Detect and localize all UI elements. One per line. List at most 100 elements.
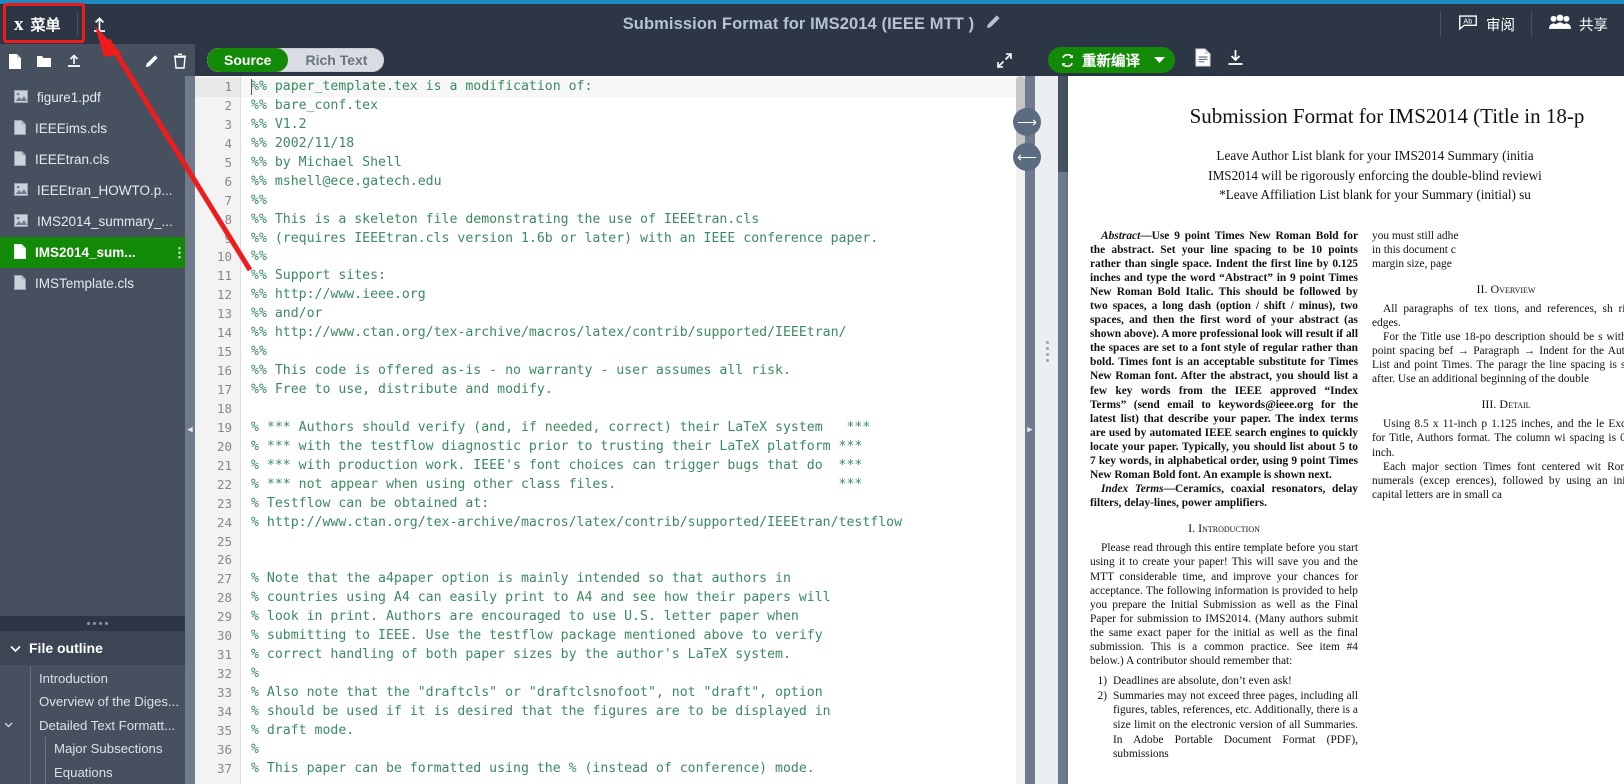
rename-icon[interactable] — [145, 54, 159, 68]
recompile-button[interactable]: 重新编译 — [1048, 47, 1175, 73]
preview-divider-top — [1058, 76, 1068, 172]
line-number: 26 — [216, 552, 232, 568]
outline-item-1[interactable]: Overview of the Diges... — [0, 690, 195, 714]
file-item-4[interactable]: IMS2014_summary_... — [0, 206, 195, 237]
code-line: %% by Michael Shell — [251, 154, 402, 170]
editor-pane: Source Rich Text ◀ 1 2 3 4 5 6 7 8 9 10 … — [185, 44, 1035, 784]
index-label: Index Terms — [1101, 483, 1164, 496]
line-number: 10 — [216, 249, 232, 265]
editor-toolbar: Source Rich Text — [195, 44, 1025, 76]
line-number: 34 — [216, 703, 232, 719]
pdf-overview-p2: For the Title use 18-po description shou… — [1372, 330, 1624, 386]
code-line: %% bare_conf.tex — [251, 97, 379, 113]
new-folder-icon[interactable] — [36, 54, 52, 68]
image-file-icon — [14, 213, 28, 230]
code-text-area[interactable]: %% paper_template.tex is a modification … — [241, 76, 1025, 784]
collapse-sidebar-handle[interactable]: ◀ — [185, 76, 195, 784]
code-line: % look in print. Authors are encouraged … — [251, 609, 799, 625]
outline-guide — [30, 737, 31, 761]
pdf-page[interactable]: Submission Format for IMS2014 (Title in … — [1068, 76, 1624, 784]
list-item: 2) Summaries may not exceed three pages,… — [1090, 689, 1359, 762]
preview-resize-grip[interactable] — [1046, 341, 1049, 362]
upload-icon[interactable] — [78, 4, 122, 44]
code-editor[interactable]: ◀ 1 2 3 4 5 6 7 8 9 10 11 12 13 14 15 16… — [185, 76, 1035, 784]
code-line: % This paper can be formatted using the … — [251, 760, 815, 776]
pencil-icon[interactable] — [986, 14, 1001, 34]
outline-label: Overview of the Diges... — [39, 694, 179, 710]
review-label: 审阅 — [1486, 17, 1515, 34]
code-line: %% V1.2 — [251, 116, 307, 132]
file-name: IEEEims.cls — [35, 121, 108, 136]
code-line: %% — [251, 249, 267, 265]
pdf-overview-p1: All paragraphs of tex tions, and referen… — [1372, 302, 1624, 329]
file-item-5-selected[interactable]: IMS2014_sum... ⋮ — [0, 237, 195, 268]
tab-source[interactable]: Source — [207, 48, 289, 72]
users-icon — [1548, 14, 1572, 34]
code-line: %% (requires IEEEtran.cls version 1.6b o… — [251, 230, 879, 246]
upload-file-icon[interactable] — [66, 53, 82, 69]
code-line: % *** not appear when using other class … — [251, 476, 863, 492]
code-line: %% Free to use, distribute and modify. — [251, 382, 553, 397]
caret-down-icon[interactable] — [1154, 51, 1165, 69]
arrow-left-circle-icon[interactable]: ⟵ — [1013, 143, 1041, 171]
sidebar-resize-handle[interactable] — [0, 615, 195, 631]
arrow-right-circle-icon[interactable]: ⟶ — [1013, 108, 1041, 136]
pdf-col2-top: you must still adhe in this document c m… — [1372, 229, 1459, 270]
file-name: IMS2014_sum... — [35, 245, 136, 260]
file-item-1[interactable]: IEEEims.cls — [0, 113, 195, 144]
file-text-icon[interactable] — [1195, 48, 1211, 72]
pdf-section-1-heading: I. Introduction — [1188, 521, 1260, 536]
line-number: 21 — [216, 457, 232, 473]
outline-item-4[interactable]: Equations — [0, 760, 195, 784]
pdf-section-3-heading: III. Detail — [1481, 397, 1531, 412]
share-button[interactable]: 共享 — [1532, 4, 1624, 44]
code-line: %% http://www.ieee.org — [251, 287, 426, 303]
text-file-icon — [14, 243, 26, 262]
code-line: % Note that the a4paper option is mainly… — [251, 571, 791, 587]
review-button[interactable]: Ab 审阅 — [1441, 4, 1531, 44]
chevron-down-icon — [10, 640, 21, 656]
file-item-0[interactable]: figure1.pdf — [0, 82, 195, 113]
abstract-label: Abstract — [1101, 229, 1141, 242]
list-number: 2) — [1097, 689, 1108, 702]
pdf-intro-paragraph: Please read through this entire template… — [1090, 542, 1358, 668]
line-number: 33 — [216, 685, 232, 700]
file-item-2[interactable]: IEEEtran.cls — [0, 144, 195, 175]
outline-label: Equations — [54, 764, 113, 780]
chevron-down-icon[interactable] — [0, 720, 17, 731]
code-line: % *** with the testflow diagnostic prior… — [251, 438, 863, 454]
outline-item-2[interactable]: Detailed Text Formatt... — [0, 713, 195, 737]
outline-item-3[interactable]: Major Subsections — [0, 737, 195, 761]
file-toolbar — [0, 44, 195, 78]
code-line: % Testflow can be obtained at: — [251, 495, 490, 511]
line-number: 13 — [216, 306, 232, 322]
pdf-index-terms: Index Terms—Ceramics, coaxial resonators… — [1090, 482, 1358, 510]
preview-divider[interactable] — [1058, 76, 1068, 784]
menu-button[interactable]: x 菜单 — [0, 4, 77, 44]
code-line: % should be used if it is desired that t… — [251, 703, 831, 719]
file-outline-header[interactable]: File outline — [0, 630, 195, 665]
recompile-label: 重新编译 — [1082, 53, 1140, 70]
file-item-3[interactable]: IEEEtran_HOWTO.p... — [0, 175, 195, 206]
download-icon[interactable] — [1227, 49, 1244, 71]
pdf-author-line: IMS2014 will be rigorously enforcing the… — [1208, 167, 1542, 183]
image-file-icon — [14, 89, 28, 106]
new-file-icon[interactable] — [8, 53, 22, 70]
text-cursor — [251, 79, 252, 95]
pdf-abstract: Abstract—Use 9 point Times New Roman Bol… — [1090, 229, 1358, 483]
editor-scrollbar-track[interactable] — [1016, 76, 1025, 784]
expand-arrows-icon[interactable] — [996, 52, 1013, 69]
collapse-editor-handle[interactable]: ▶ — [1025, 76, 1035, 784]
file-item-6[interactable]: IMSTemplate.cls — [0, 268, 195, 299]
pdf-author-line: Leave Author List blank for your IMS2014… — [1216, 148, 1534, 163]
outline-item-0[interactable]: Introduction — [0, 666, 195, 690]
app-header: x 菜单 Submission Format for IMS2014 (IEEE… — [0, 4, 1624, 44]
line-number: 16 — [216, 363, 232, 379]
line-number: 25 — [216, 533, 232, 549]
delete-icon[interactable] — [173, 53, 187, 69]
code-line: % — [251, 666, 259, 682]
code-line: %% mshell@ece.gatech.edu — [251, 173, 442, 189]
editor-mode-toggle: Source Rich Text — [207, 48, 385, 72]
line-number: 37 — [216, 760, 232, 776]
tab-rich-text[interactable]: Rich Text — [288, 48, 384, 72]
